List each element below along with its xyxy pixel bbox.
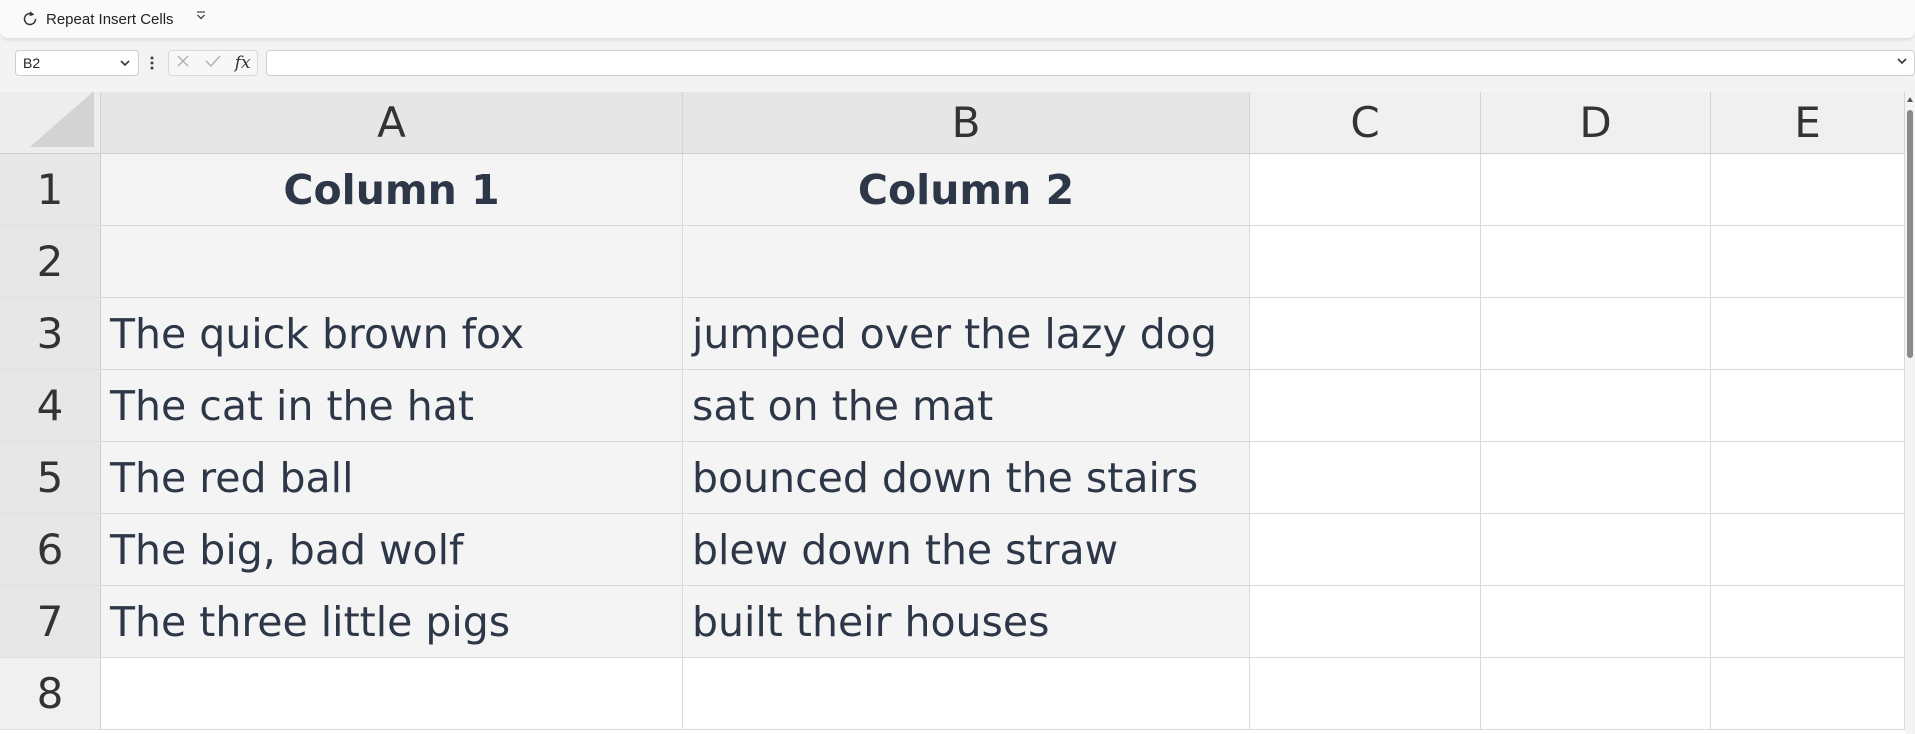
cell-b7[interactable]: built their houses [683, 586, 1250, 658]
name-box-value: B2 [23, 55, 41, 71]
quick-access-toolbar: Repeat Insert Cells [0, 0, 1915, 39]
cell-a6[interactable]: The big, bad wolf [101, 514, 683, 586]
cell-e4[interactable] [1711, 370, 1905, 442]
cell-d6[interactable] [1481, 514, 1711, 586]
cell-d2[interactable] [1481, 226, 1711, 298]
cell-b4[interactable]: sat on the mat [683, 370, 1250, 442]
cell-c6[interactable] [1250, 514, 1481, 586]
scroll-up-icon[interactable] [1906, 92, 1914, 102]
cell-a3[interactable]: The quick brown fox [101, 298, 683, 370]
cell-c4[interactable] [1250, 370, 1481, 442]
cell-a4[interactable]: The cat in the hat [101, 370, 683, 442]
cell-c8[interactable] [1250, 658, 1481, 730]
chevron-down-icon [118, 56, 132, 73]
cell-e3[interactable] [1711, 298, 1905, 370]
repeat-insert-cells-button[interactable]: Repeat Insert Cells [20, 6, 174, 32]
row-header-1[interactable]: 1 [0, 154, 101, 226]
row-header-7[interactable]: 7 [0, 586, 101, 658]
name-box[interactable]: B2 [15, 50, 139, 76]
cell-c2[interactable] [1250, 226, 1481, 298]
row-header-8[interactable]: 8 [0, 658, 101, 730]
cancel-icon[interactable] [175, 53, 191, 74]
cell-c5[interactable] [1250, 442, 1481, 514]
column-header-d[interactable]: D [1481, 92, 1711, 154]
cell-c3[interactable] [1250, 298, 1481, 370]
row-header-4[interactable]: 4 [0, 370, 101, 442]
cell-b6[interactable]: blew down the straw [683, 514, 1250, 586]
row-header-3[interactable]: 3 [0, 298, 101, 370]
more-options-icon[interactable] [148, 54, 156, 72]
cell-e2[interactable] [1711, 226, 1905, 298]
formula-input[interactable] [266, 50, 1915, 76]
cell-b2[interactable] [683, 226, 1250, 298]
cell-d7[interactable] [1481, 586, 1711, 658]
cell-d3[interactable] [1481, 298, 1711, 370]
scrollbar-thumb[interactable] [1907, 110, 1913, 358]
cell-b8[interactable] [683, 658, 1250, 730]
repeat-insert-cells-label: Repeat Insert Cells [46, 10, 174, 28]
column-header-c[interactable]: C [1250, 92, 1481, 154]
column-header-a[interactable]: A [101, 92, 683, 154]
formula-controls: fx [168, 50, 258, 76]
cell-c7[interactable] [1250, 586, 1481, 658]
row-header-6[interactable]: 6 [0, 514, 101, 586]
cell-e7[interactable] [1711, 586, 1905, 658]
select-all-button[interactable] [0, 92, 101, 154]
formula-bar: B2 fx [0, 48, 1915, 80]
cell-b5[interactable]: bounced down the stairs [683, 442, 1250, 514]
insert-function-button[interactable]: fx [235, 53, 251, 73]
cell-a7[interactable]: The three little pigs [101, 586, 683, 658]
repeat-icon [20, 9, 40, 29]
cell-c1[interactable] [1250, 154, 1481, 226]
cell-b1[interactable]: Column 2 [683, 154, 1250, 226]
column-header-b[interactable]: B [683, 92, 1250, 154]
cell-a2[interactable] [101, 226, 683, 298]
column-header-e[interactable]: E [1711, 92, 1905, 154]
cell-e6[interactable] [1711, 514, 1905, 586]
cell-d5[interactable] [1481, 442, 1711, 514]
chevron-down-icon [195, 9, 207, 27]
enter-icon[interactable] [204, 53, 222, 74]
cell-e1[interactable] [1711, 154, 1905, 226]
cell-d8[interactable] [1481, 658, 1711, 730]
row-header-2[interactable]: 2 [0, 226, 101, 298]
cell-d4[interactable] [1481, 370, 1711, 442]
cell-b3[interactable]: jumped over the lazy dog [683, 298, 1250, 370]
cell-a1[interactable]: Column 1 [101, 154, 683, 226]
customize-toolbar-button[interactable] [193, 9, 209, 27]
cell-e5[interactable] [1711, 442, 1905, 514]
vertical-scrollbar[interactable] [1905, 92, 1915, 734]
row-header-5[interactable]: 5 [0, 442, 101, 514]
spreadsheet-grid: A B C D E 1 Column 1 Column 2 2 3 The quick brown … [0, 92, 1905, 734]
cell-a8[interactable] [101, 658, 683, 730]
cell-a5[interactable]: The red ball [101, 442, 683, 514]
cell-d1[interactable] [1481, 154, 1711, 226]
cell-e8[interactable] [1711, 658, 1905, 730]
